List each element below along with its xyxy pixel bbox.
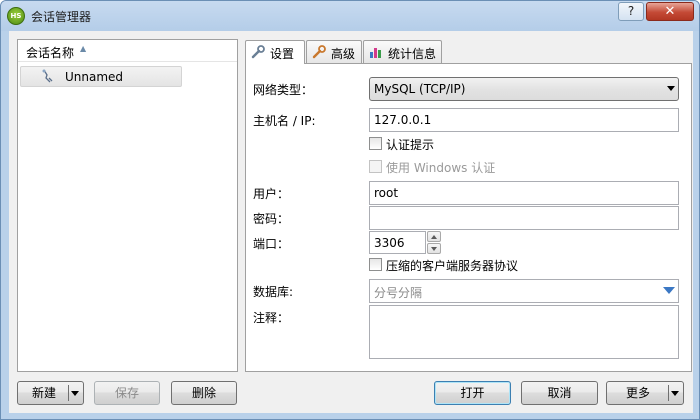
compress-protocol-checkbox[interactable]: 压缩的客户端服务器协议 bbox=[369, 256, 549, 273]
database-label: 数据库: bbox=[253, 285, 294, 299]
session-item-label: Unnamed bbox=[65, 70, 124, 84]
new-button[interactable]: 新建 bbox=[17, 381, 84, 405]
database-placeholder: 分号分隔 bbox=[374, 286, 423, 300]
session-item-unnamed[interactable]: Unnamed bbox=[20, 66, 182, 87]
tab-advanced[interactable]: 高级 bbox=[306, 40, 362, 63]
network-type-label: 网络类型： bbox=[253, 83, 314, 97]
split-divider bbox=[68, 385, 69, 401]
host-input[interactable]: 127.0.0.1 bbox=[369, 108, 679, 132]
dialog-body: 会话名称 ▲ Unnamed 设置 高级 统计信息 网络类型： MySQL (T… bbox=[9, 31, 693, 413]
title-bar[interactable]: HS 会话管理器 ? ✕ bbox=[1, 1, 699, 31]
chevron-down-icon[interactable] bbox=[71, 391, 79, 396]
checkbox-box[interactable] bbox=[369, 160, 382, 173]
plug-icon bbox=[42, 69, 53, 83]
notes-label: 注释： bbox=[253, 311, 290, 325]
network-type-select[interactable]: MySQL (TCP/IP) bbox=[369, 77, 679, 101]
session-list-header[interactable]: 会话名称 ▲ bbox=[18, 40, 237, 62]
port-label: 端口： bbox=[253, 237, 290, 251]
wrench-icon bbox=[251, 45, 265, 59]
tab-statistics[interactable]: 统计信息 bbox=[363, 40, 442, 63]
chevron-down-icon[interactable] bbox=[671, 391, 679, 396]
chevron-down-icon bbox=[667, 86, 675, 91]
database-input[interactable]: 分号分隔 bbox=[369, 279, 679, 303]
session-list[interactable]: 会话名称 ▲ Unnamed bbox=[17, 39, 238, 372]
close-button[interactable]: ✕ bbox=[646, 2, 694, 21]
windows-auth-checkbox[interactable]: 使用 Windows 认证 bbox=[369, 158, 519, 175]
more-button-label: 更多 bbox=[625, 386, 650, 400]
host-value: 127.0.0.1 bbox=[374, 113, 432, 127]
auth-prompt-checkbox[interactable]: 认证提示 bbox=[369, 135, 489, 152]
windows-auth-label: 使用 Windows 认证 bbox=[386, 161, 496, 175]
split-divider bbox=[668, 385, 669, 401]
user-value: root bbox=[374, 186, 399, 200]
sort-ascending-icon: ▲ bbox=[80, 44, 87, 53]
wrench-icon bbox=[312, 45, 326, 59]
tab-settings[interactable]: 设置 bbox=[245, 40, 305, 64]
save-button[interactable]: 保存 bbox=[94, 381, 160, 405]
tab-settings-label: 设置 bbox=[270, 47, 295, 61]
column-header-session-name[interactable]: 会话名称 bbox=[26, 44, 74, 61]
tab-advanced-label: 高级 bbox=[331, 47, 356, 61]
compress-protocol-label: 压缩的客户端服务器协议 bbox=[386, 259, 519, 273]
open-button[interactable]: 打开 bbox=[434, 381, 511, 405]
settings-page: 网络类型： MySQL (TCP/IP) 主机名 / IP: 127.0.0.1… bbox=[245, 63, 692, 372]
port-value: 3306 bbox=[374, 236, 405, 250]
checkbox-box[interactable] bbox=[369, 258, 382, 271]
delete-button[interactable]: 删除 bbox=[171, 381, 237, 405]
more-button[interactable]: 更多 bbox=[606, 381, 684, 405]
user-input[interactable]: root bbox=[369, 181, 679, 205]
auth-prompt-label: 认证提示 bbox=[386, 138, 435, 152]
notes-textarea[interactable] bbox=[369, 305, 679, 359]
window-title: 会话管理器 bbox=[31, 10, 92, 24]
tab-statistics-label: 统计信息 bbox=[388, 47, 437, 61]
help-button[interactable]: ? bbox=[618, 2, 644, 21]
session-manager-window: HS 会话管理器 ? ✕ 会话名称 ▲ Unnamed 设置 高级 统计信息 网… bbox=[0, 0, 700, 420]
password-input[interactable] bbox=[369, 206, 679, 230]
bar-chart-icon bbox=[370, 48, 381, 58]
password-label: 密码： bbox=[253, 212, 290, 226]
network-type-value: MySQL (TCP/IP) bbox=[374, 82, 466, 96]
user-label: 用户： bbox=[253, 187, 290, 201]
host-label: 主机名 / IP: bbox=[253, 114, 316, 128]
new-button-label: 新建 bbox=[31, 386, 56, 400]
port-decrement-button[interactable] bbox=[427, 243, 441, 254]
port-input[interactable]: 3306 bbox=[369, 231, 426, 254]
dropdown-triangle-icon[interactable] bbox=[663, 287, 675, 294]
port-increment-button[interactable] bbox=[427, 231, 441, 242]
heidisql-logo-icon: HS bbox=[7, 7, 25, 25]
cancel-button[interactable]: 取消 bbox=[521, 381, 598, 405]
checkbox-box[interactable] bbox=[369, 137, 382, 150]
